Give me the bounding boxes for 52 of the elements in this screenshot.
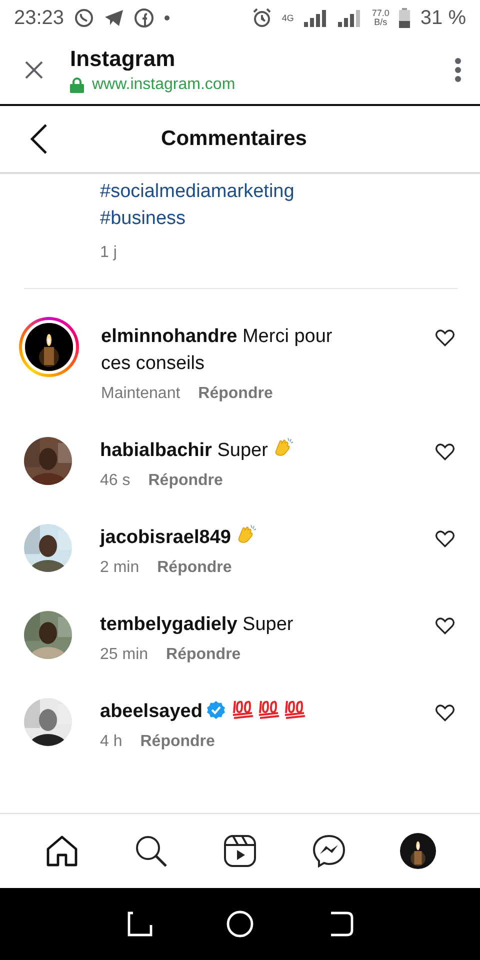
post-time: 1 j	[100, 244, 118, 262]
comment-time: 25 min	[100, 646, 148, 664]
heart-icon	[434, 327, 456, 349]
battery-icon	[399, 8, 410, 28]
reply-button[interactable]: Répondre	[148, 472, 223, 490]
hashtag-link[interactable]: #business	[100, 205, 456, 232]
reply-button[interactable]: Répondre	[166, 646, 241, 664]
comment-text: habialbachir Super	[100, 437, 350, 464]
heart-icon	[434, 441, 456, 463]
back-icon[interactable]	[30, 123, 48, 155]
reply-button[interactable]: Répondre	[157, 559, 232, 577]
user-avatar[interactable]	[24, 698, 72, 746]
home-button[interactable]	[225, 909, 255, 939]
alarm-icon	[252, 8, 272, 28]
battery-percentage: 31 %	[420, 6, 466, 30]
page-url: www.instagram.com	[92, 76, 236, 94]
network-type: 4G	[282, 14, 294, 22]
comment-time: 46 s	[100, 472, 130, 490]
dot-icon	[164, 15, 170, 21]
reply-button[interactable]: Répondre	[140, 733, 215, 751]
heart-icon	[434, 528, 456, 550]
reels-icon	[222, 834, 257, 868]
comment-time: 2 min	[100, 559, 140, 577]
facebook-icon	[134, 8, 154, 28]
user-avatar[interactable]	[24, 437, 72, 485]
whatsapp-icon	[74, 8, 94, 28]
signal-icon	[304, 9, 328, 27]
comment-text: abeelsayed	[100, 698, 350, 725]
reply-button[interactable]: Répondre	[198, 385, 273, 403]
heart-icon	[434, 615, 456, 637]
search-icon	[134, 834, 168, 868]
heart-icon	[434, 702, 456, 724]
speed-unit: B/s	[374, 18, 388, 27]
page-title: Instagram	[70, 46, 176, 72]
verified-badge-icon	[206, 700, 226, 720]
comment-text: jacobisrael849	[100, 524, 350, 551]
comment-text: elminnohandre Merci pour ces conseils	[101, 325, 334, 376]
user-avatar[interactable]	[24, 524, 72, 572]
telegram-icon	[104, 9, 124, 27]
recents-button[interactable]	[125, 909, 155, 939]
comment-text: tembelygadiely Super	[100, 613, 294, 637]
comment-time: 4 h	[100, 733, 122, 751]
close-icon[interactable]	[24, 60, 44, 80]
comment-time: Maintenant	[101, 385, 180, 403]
clock-time: 23:23	[14, 6, 64, 30]
more-options-icon[interactable]	[454, 57, 462, 83]
hashtag-link[interactable]: #socialmediamarketing	[100, 178, 456, 205]
signal-icon	[338, 9, 362, 27]
data-speed: 77.0	[372, 9, 390, 18]
messenger-icon	[312, 834, 346, 868]
screen-title: Commentaires	[160, 127, 308, 151]
user-avatar[interactable]	[24, 611, 72, 659]
